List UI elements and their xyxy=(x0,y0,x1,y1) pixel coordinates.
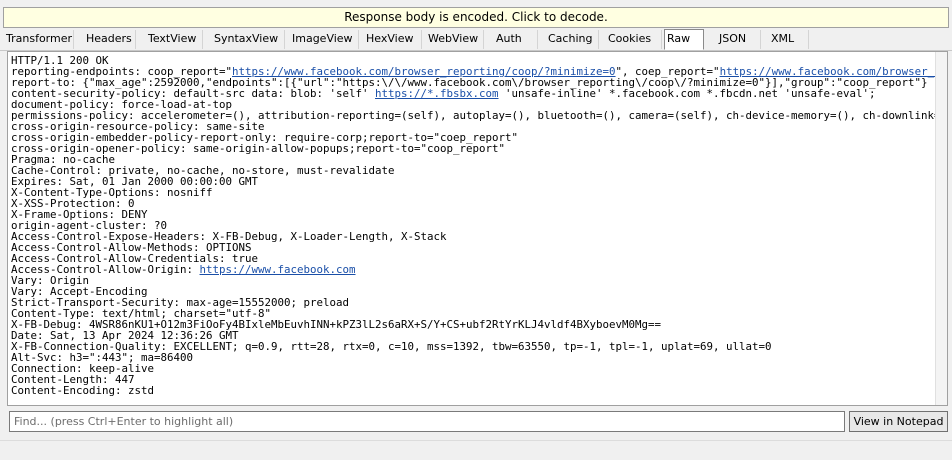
tab-imageview[interactable]: ImageView xyxy=(290,30,359,49)
raw-text-segment: 'unsafe-inline' *.facebook.com *.fbcdn.n… xyxy=(498,87,876,100)
tab-webview[interactable]: WebView xyxy=(426,30,484,49)
tab-json[interactable]: JSON xyxy=(717,30,761,49)
raw-link[interactable]: https://*.fbsbx.com xyxy=(375,87,499,100)
vertical-scrollbar[interactable] xyxy=(935,52,947,405)
raw-inspector-window: Response body is encoded. Click to decod… xyxy=(0,0,952,460)
raw-link[interactable]: https://www.facebook.com xyxy=(200,263,356,276)
raw-text-segment: Content-Encoding: zstd xyxy=(11,384,155,397)
tab-auth[interactable]: Auth xyxy=(494,30,538,49)
status-bar xyxy=(0,440,952,460)
raw-response-text[interactable]: HTTP/1.1 200 OK reporting-endpoints: coo… xyxy=(11,55,947,397)
tab-raw[interactable]: Raw xyxy=(664,29,704,50)
decode-notice-bar[interactable]: Response body is encoded. Click to decod… xyxy=(3,7,949,28)
tab-cookies[interactable]: Cookies xyxy=(606,30,662,49)
tab-transformer[interactable]: Transformer xyxy=(4,30,74,49)
find-bar: View in Notepad xyxy=(7,408,948,434)
tab-hexview[interactable]: HexView xyxy=(364,30,422,49)
find-input[interactable] xyxy=(9,411,845,432)
raw-response-panel[interactable]: HTTP/1.1 200 OK reporting-endpoints: coo… xyxy=(7,51,948,406)
inspector-tab-bar: Transformer Headers TextView SyntaxView … xyxy=(0,29,952,51)
tab-caching[interactable]: Caching xyxy=(546,30,599,49)
view-in-notepad-button[interactable]: View in Notepad xyxy=(849,411,948,432)
tab-headers[interactable]: Headers xyxy=(84,30,136,49)
tab-textview[interactable]: TextView xyxy=(146,30,203,49)
tab-xml[interactable]: XML xyxy=(769,30,809,49)
tab-syntaxview[interactable]: SyntaxView xyxy=(212,30,285,49)
